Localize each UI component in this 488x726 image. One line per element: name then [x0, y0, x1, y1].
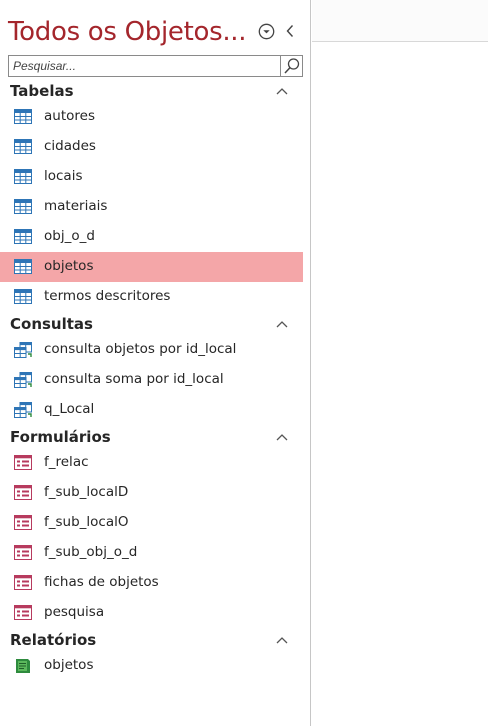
table-icon: [14, 139, 32, 155]
nav-item-label: consulta soma por id_local: [44, 371, 224, 387]
report-icon: [14, 658, 32, 674]
group-header-consultas[interactable]: Consultas: [0, 312, 310, 335]
nav-item-label: q_Local: [44, 401, 95, 417]
collapse-pane-button[interactable]: [280, 21, 300, 41]
nav-item-formularios-pesquisa[interactable]: pesquisa: [0, 598, 310, 628]
nav-item-label: termos descritores: [44, 288, 171, 304]
nav-item-formularios-f-sub-localo[interactable]: f_sub_localO: [0, 508, 310, 538]
chevron-up-icon: [276, 637, 288, 644]
nav-item-tabelas-obj-o-d[interactable]: obj_o_d: [0, 222, 310, 252]
group-header-relatorios[interactable]: Relatórios: [0, 628, 310, 651]
nav-item-formularios-fichas-de-objetos[interactable]: fichas de objetos: [0, 568, 310, 598]
form-icon: [14, 605, 32, 621]
table-icon: [14, 169, 32, 185]
form-icon: [14, 545, 32, 561]
group-label: Formulários: [10, 428, 111, 446]
nav-item-label: pesquisa: [44, 604, 105, 620]
table-icon: [14, 199, 32, 215]
nav-item-tabelas-locais[interactable]: locais: [0, 162, 310, 192]
table-icon: [14, 259, 32, 275]
nav-item-label: f_sub_localD: [44, 484, 129, 500]
nav-item-tabelas-objetos[interactable]: objetos: [0, 252, 303, 282]
object-groups: Tabelas autores cidades locais materiais…: [0, 79, 310, 681]
nav-item-consultas-consulta-soma-por-id-local[interactable]: consulta soma por id_local: [0, 365, 310, 395]
chevron-up-icon: [276, 321, 288, 328]
search-input[interactable]: [9, 56, 279, 76]
group-label: Relatórios: [10, 631, 97, 649]
nav-item-label: f_sub_localO: [44, 514, 129, 530]
group-label: Tabelas: [10, 82, 74, 100]
table-icon: [14, 109, 32, 125]
pane-header: Todos os Objetos...: [0, 12, 310, 52]
chevron-up-icon: [276, 434, 288, 441]
nav-item-label: objetos: [44, 657, 94, 673]
query-icon: [14, 342, 32, 358]
form-icon: [14, 575, 32, 591]
nav-item-label: autores: [44, 108, 95, 124]
nav-item-label: consulta objetos por id_local: [44, 341, 237, 357]
nav-item-label: obj_o_d: [44, 228, 95, 244]
query-icon: [14, 402, 32, 418]
query-icon: [14, 372, 32, 388]
nav-item-tabelas-autores[interactable]: autores: [0, 102, 310, 132]
nav-item-label: f_sub_obj_o_d: [44, 544, 138, 560]
nav-item-consultas-consulta-objetos-por-id-local[interactable]: consulta objetos por id_local: [0, 335, 310, 365]
nav-item-formularios-f-relac[interactable]: f_relac: [0, 448, 310, 478]
nav-item-label: cidades: [44, 138, 96, 154]
nav-item-consultas-q-local[interactable]: q_Local: [0, 395, 310, 425]
search-button[interactable]: [280, 56, 302, 76]
group-header-tabelas[interactable]: Tabelas: [0, 79, 310, 102]
table-icon: [14, 229, 32, 245]
nav-item-tabelas-cidades[interactable]: cidades: [0, 132, 310, 162]
tab-bar: [312, 0, 488, 42]
group-header-formularios[interactable]: Formulários: [0, 425, 310, 448]
chevron-left-icon: [286, 25, 294, 37]
form-icon: [14, 455, 32, 471]
nav-item-tabelas-materiais[interactable]: materiais: [0, 192, 310, 222]
circle-chevron-down-icon: [258, 23, 274, 39]
group-label: Consultas: [10, 315, 93, 333]
nav-item-relatorios-objetos[interactable]: objetos: [0, 651, 310, 681]
nav-item-label: fichas de objetos: [44, 574, 159, 590]
form-icon: [14, 485, 32, 501]
chevron-up-icon: [276, 88, 288, 95]
search-icon: [283, 58, 299, 74]
table-icon: [14, 289, 32, 305]
nav-item-label: locais: [44, 168, 83, 184]
nav-item-label: f_relac: [44, 454, 89, 470]
pane-title[interactable]: Todos os Objetos...: [8, 12, 247, 52]
nav-item-formularios-f-sub-locald[interactable]: f_sub_localD: [0, 478, 310, 508]
workspace-area: [312, 0, 488, 726]
pane-menu-button[interactable]: [256, 21, 276, 41]
nav-item-tabelas-termos-descritores[interactable]: termos descritores: [0, 282, 310, 312]
search-box: [8, 55, 303, 77]
nav-item-label: objetos: [44, 258, 94, 274]
nav-item-formularios-f-sub-obj-o-d[interactable]: f_sub_obj_o_d: [0, 538, 310, 568]
nav-item-label: materiais: [44, 198, 108, 214]
form-icon: [14, 515, 32, 531]
navigation-pane: Todos os Objetos... Tabelas: [0, 0, 311, 726]
